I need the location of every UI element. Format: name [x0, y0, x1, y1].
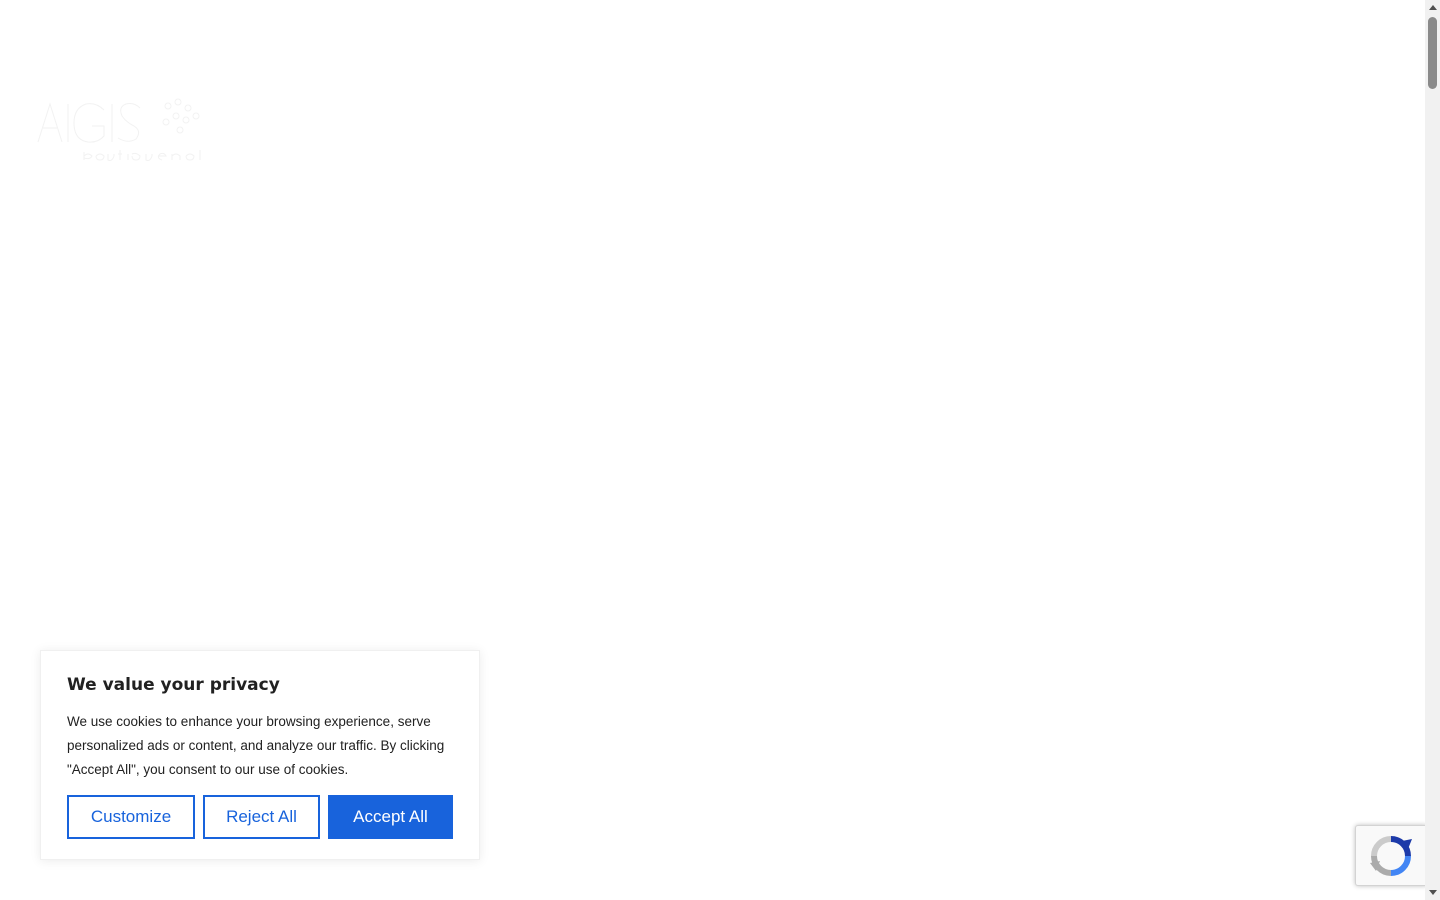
page: We value your privacy We use cookies to …	[0, 0, 1440, 900]
reject-all-button[interactable]: Reject All	[203, 795, 320, 839]
chevron-down-icon	[1428, 890, 1437, 895]
customize-button[interactable]: Customize	[67, 795, 195, 839]
recaptcha-badge[interactable]	[1355, 825, 1427, 886]
cookie-banner-actions: Customize Reject All Accept All	[67, 795, 453, 839]
chevron-up-icon	[1428, 5, 1437, 10]
scrollbar-thumb[interactable]	[1428, 17, 1437, 89]
scroll-down-button[interactable]	[1425, 885, 1440, 900]
cookie-banner-description: We use cookies to enhance your browsing …	[67, 714, 445, 777]
aigis-logo-icon	[37, 98, 201, 161]
cookie-consent-banner: We value your privacy We use cookies to …	[40, 650, 480, 860]
vertical-scrollbar[interactable]	[1425, 0, 1440, 900]
site-logo[interactable]	[36, 96, 208, 166]
scroll-up-button[interactable]	[1425, 0, 1440, 15]
recaptcha-icon	[1370, 835, 1412, 876]
cookie-banner-title: We value your privacy	[67, 675, 280, 695]
accept-all-button[interactable]: Accept All	[328, 795, 453, 839]
